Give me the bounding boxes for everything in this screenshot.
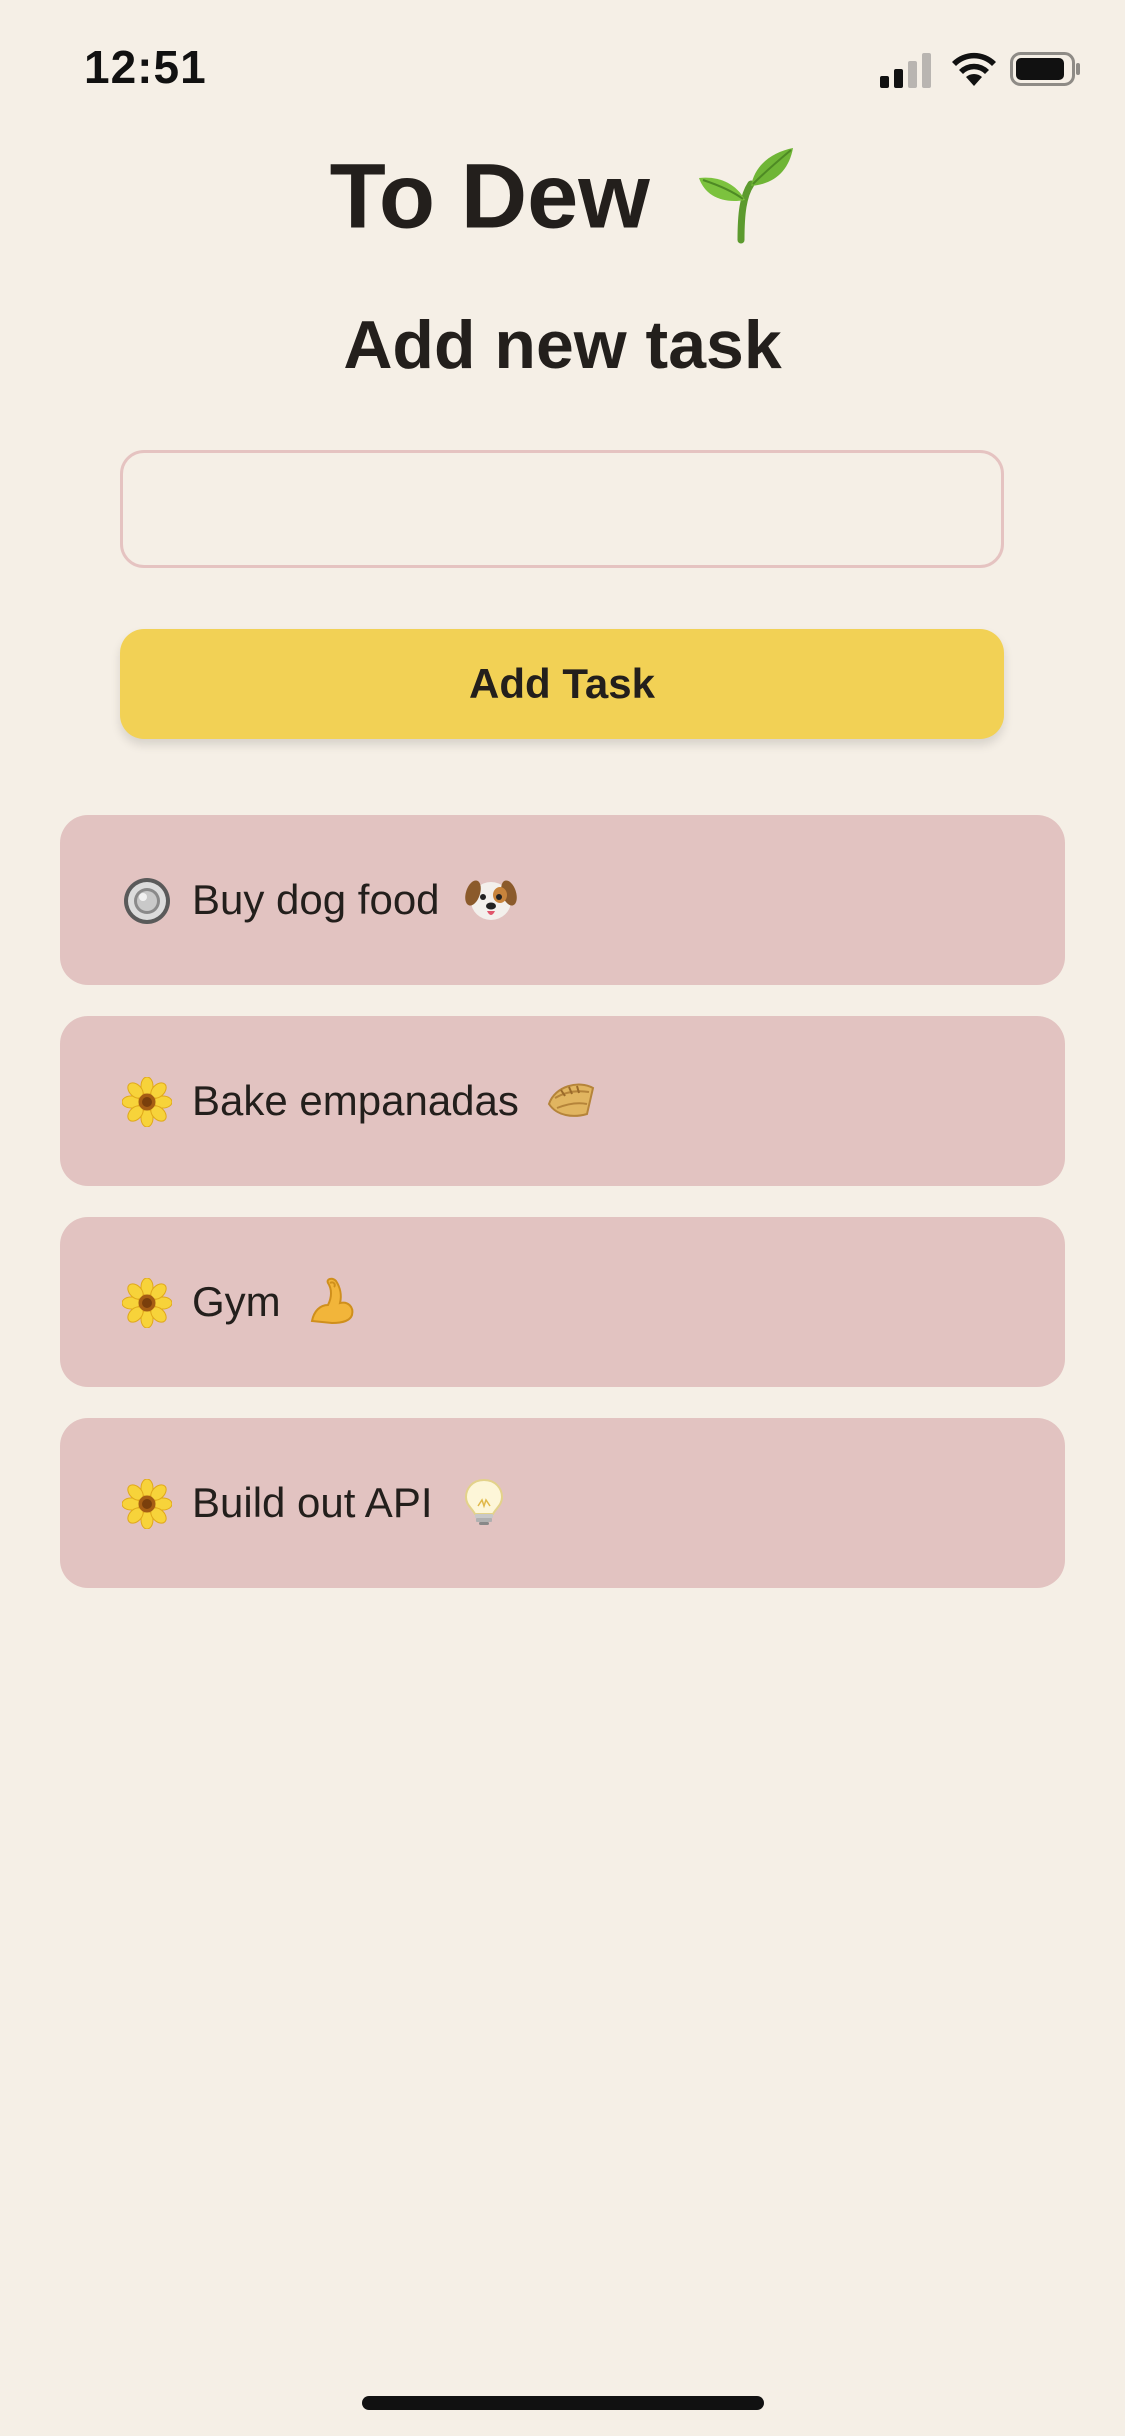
task-item[interactable]: Buy dog food (60, 815, 1065, 985)
task-item[interactable]: Gym (60, 1217, 1065, 1387)
status-bar: 12:51 (0, 0, 1125, 130)
battery-icon (1010, 52, 1080, 86)
task-item-text: Build out API (192, 1479, 433, 1526)
home-indicator[interactable] (362, 2396, 764, 2410)
dog-face-icon (465, 880, 517, 920)
flexed-biceps-icon (311, 1277, 354, 1324)
status-time: 12:51 (84, 41, 207, 93)
add-task-heading: Add new task (343, 307, 782, 383)
task-item-text: Gym (192, 1278, 281, 1325)
app-title-text: To Dew (329, 145, 650, 248)
task-item[interactable]: Build out API (60, 1418, 1065, 1588)
seedling-icon (699, 147, 794, 244)
task-item-label: Bake empanadas (192, 1076, 597, 1126)
task-item-label: Build out API (192, 1478, 510, 1528)
add-task-button[interactable]: Add Task (120, 629, 1004, 739)
wifi-icon (952, 52, 996, 86)
task-list: Buy dog food Bake empanadas Gym Build ou… (60, 815, 1065, 1619)
blossom-icon[interactable] (122, 1077, 172, 1127)
blossom-icon[interactable] (122, 1278, 172, 1328)
task-item-text: Buy dog food (192, 876, 440, 923)
new-task-input[interactable] (120, 450, 1004, 568)
radio-button-icon[interactable] (122, 876, 172, 926)
task-item[interactable]: Bake empanadas (60, 1016, 1065, 1186)
app-title: To Dew (0, 135, 1125, 252)
task-item-label: Gym (192, 1277, 358, 1327)
task-item-text: Bake empanadas (192, 1077, 519, 1124)
task-item-label: Buy dog food (192, 875, 517, 925)
cellular-signal-icon (880, 53, 931, 88)
empanada-icon (547, 1083, 594, 1117)
blossom-icon[interactable] (122, 1479, 172, 1529)
light-bulb-icon (465, 1478, 504, 1525)
